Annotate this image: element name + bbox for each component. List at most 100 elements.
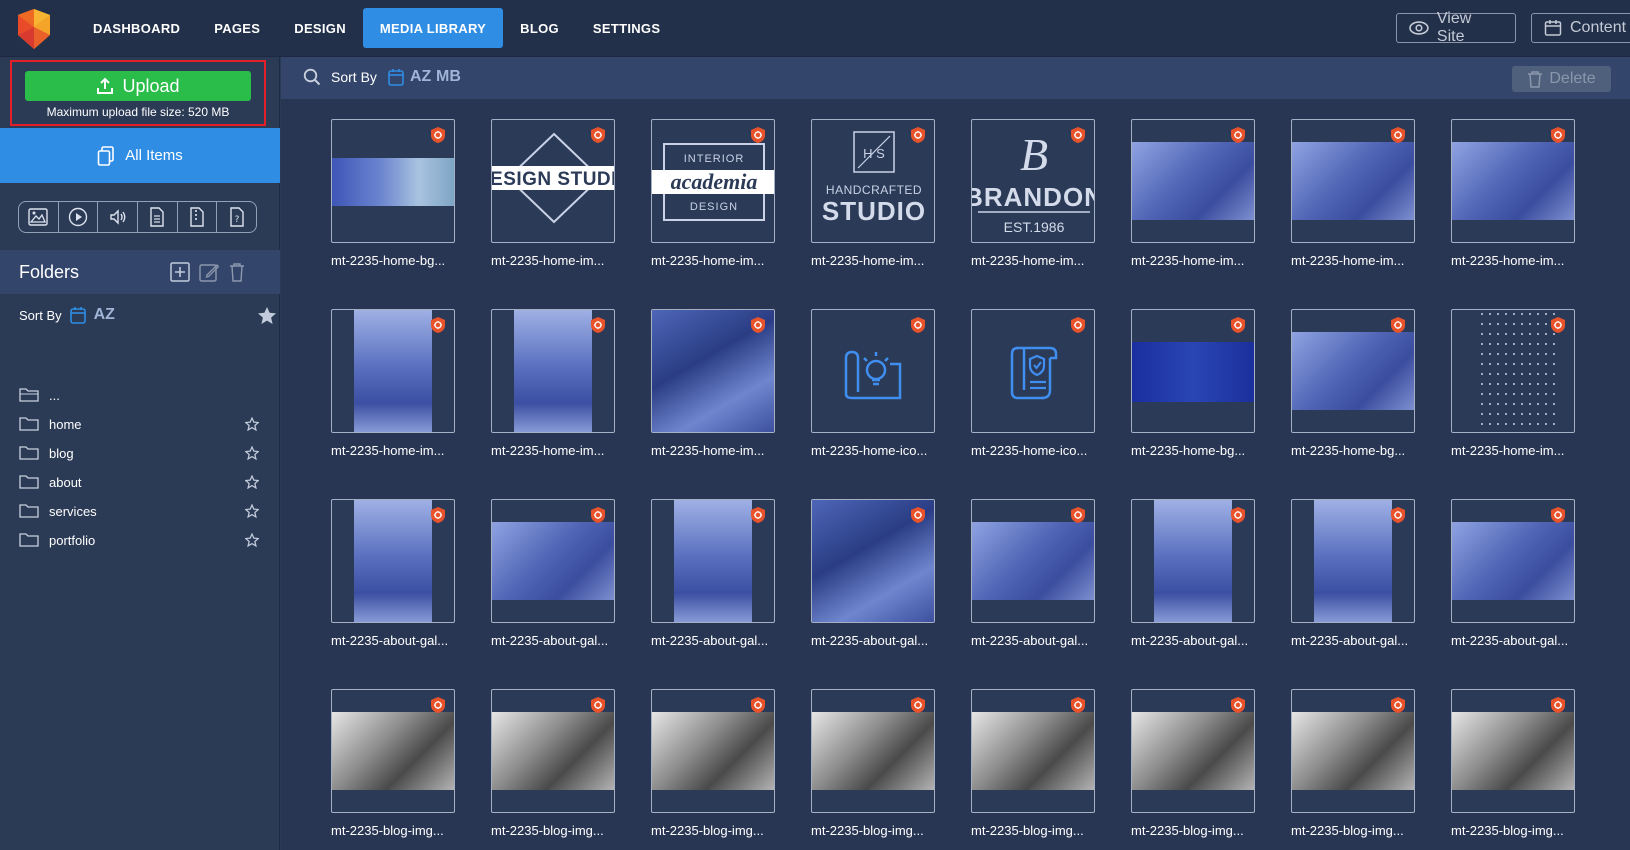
media-thumbnail[interactable] [1131, 119, 1255, 243]
media-main-panel: Sort By AZ MB Delete mt-2235-home-bg... D… [281, 57, 1630, 850]
folder-item-home[interactable]: home [19, 413, 259, 435]
media-thumbnail[interactable] [1291, 119, 1415, 243]
media-thumbnail[interactable] [491, 309, 615, 433]
video-filter-button[interactable] [59, 202, 99, 232]
media-thumbnail[interactable] [811, 499, 935, 623]
media-thumbnail[interactable] [1451, 119, 1575, 243]
nav-item-design[interactable]: DESIGN [277, 8, 363, 48]
media-thumbnail[interactable] [1451, 689, 1575, 813]
nav-item-pages[interactable]: PAGES [197, 8, 277, 48]
media-thumbnail[interactable] [1131, 689, 1255, 813]
media-thumbnail[interactable] [331, 119, 455, 243]
media-thumbnail[interactable]: DESIGN STUDIO [491, 119, 615, 243]
folder-item-services[interactable]: services [19, 500, 259, 522]
shield-badge-icon [911, 317, 925, 333]
upload-label: Upload [122, 75, 180, 96]
other-filter-button[interactable]: ? [217, 202, 256, 232]
media-thumbnail[interactable] [971, 499, 1095, 623]
thumbnail-image [1292, 712, 1414, 790]
est-text: EST.1986 [1004, 219, 1065, 235]
nav-item-settings[interactable]: SETTINGS [576, 8, 677, 48]
media-thumbnail[interactable] [331, 499, 455, 623]
content-button[interactable]: Content [1531, 13, 1630, 43]
other-filter-icon: ? [229, 207, 244, 227]
favorite-star-icon[interactable] [245, 475, 259, 489]
folder-sort-az-button[interactable]: AZ [94, 306, 115, 324]
thumbnail-image [354, 500, 432, 622]
nav-item-media-library[interactable]: MEDIA LIBRARY [362, 8, 504, 48]
nav-item-dashboard[interactable]: DASHBOARD [76, 8, 197, 48]
app-logo-icon[interactable] [12, 9, 56, 49]
thumbnail-image [972, 522, 1094, 600]
all-items-button[interactable]: All Items [0, 128, 280, 183]
media-sort-az-button[interactable]: AZ [410, 68, 431, 86]
media-thumbnail[interactable] [331, 309, 455, 433]
add-folder-icon[interactable] [170, 262, 190, 282]
shield-badge-icon [591, 507, 605, 523]
media-thumbnail[interactable]: H S HANDCRAFTED STUDIO [811, 119, 935, 243]
media-thumbnail[interactable] [811, 309, 935, 433]
thumbnail-image [972, 712, 1094, 790]
media-sort-size-button[interactable]: MB [436, 68, 461, 86]
media-filename: mt-2235-home-ico... [971, 443, 1088, 458]
media-type-filter-group: ? [18, 201, 257, 233]
nav-item-blog[interactable]: BLOG [503, 8, 576, 48]
shield-badge-icon [1391, 127, 1405, 143]
document-filter-button[interactable] [138, 202, 178, 232]
media-thumbnail[interactable] [331, 689, 455, 813]
calendar-sort-icon[interactable] [69, 306, 86, 324]
certificate-scroll-icon [1010, 346, 1058, 400]
media-thumbnail[interactable] [971, 309, 1095, 433]
delete-button[interactable]: Delete [1512, 66, 1611, 92]
search-icon[interactable] [303, 68, 321, 86]
image-filter-button[interactable] [19, 202, 59, 232]
media-thumbnail[interactable] [651, 689, 775, 813]
media-thumbnail[interactable] [1291, 499, 1415, 623]
calendar-sort-icon[interactable] [388, 68, 404, 86]
main-nav: DASHBOARD PAGES DESIGN MEDIA LIBRARY BLOG SET… [76, 8, 677, 48]
media-thumbnail[interactable] [1131, 499, 1255, 623]
media-filename: mt-2235-home-im... [1451, 443, 1565, 458]
upload-button[interactable]: Upload [25, 71, 251, 101]
folder-item-about[interactable]: about [19, 471, 259, 493]
shield-badge-icon [431, 317, 445, 333]
media-filename: mt-2235-home-ico... [811, 443, 928, 458]
media-thumbnail[interactable] [1291, 309, 1415, 433]
audio-filter-button[interactable] [98, 202, 139, 232]
media-thumbnail[interactable] [1291, 689, 1415, 813]
favorite-star-icon[interactable] [245, 504, 259, 518]
brandon-text: BRANDON [972, 182, 1095, 212]
media-thumbnail[interactable] [651, 499, 775, 623]
media-thumbnail[interactable] [971, 689, 1095, 813]
archive-filter-button[interactable] [178, 202, 218, 232]
favorite-star-icon[interactable] [245, 417, 259, 431]
folder-item-blog[interactable]: blog [19, 442, 259, 464]
favorite-star-icon[interactable] [245, 446, 259, 460]
media-thumbnail[interactable] [651, 309, 775, 433]
media-thumbnail[interactable] [1451, 309, 1575, 433]
favorite-star-icon[interactable] [245, 533, 259, 547]
interior-text: INTERIOR [684, 153, 745, 165]
folder-parent[interactable]: ... [19, 384, 259, 406]
media-thumbnail[interactable]: INTERIOR academia DESIGN [651, 119, 775, 243]
view-site-button[interactable]: View Site [1396, 10, 1516, 45]
media-thumbnail[interactable] [1131, 309, 1255, 433]
media-thumbnail[interactable] [491, 689, 615, 813]
media-thumbnail[interactable] [1451, 499, 1575, 623]
folder-sort-label: Sort By [19, 307, 62, 323]
delete-folder-icon[interactable] [228, 262, 246, 282]
media-thumbnail[interactable] [491, 499, 615, 623]
folder-icon [19, 388, 39, 402]
favorites-star-icon[interactable] [257, 306, 277, 325]
media-filename: mt-2235-about-gal... [1451, 633, 1569, 648]
shield-badge-icon [1551, 127, 1565, 143]
media-thumbnail[interactable] [811, 689, 935, 813]
folder-sort-row: Sort By AZ [19, 304, 276, 326]
media-filename: mt-2235-about-gal... [331, 633, 449, 648]
thumbnail-image [1292, 332, 1414, 410]
media-thumbnail[interactable]: BBRANDON EST.1986 [971, 119, 1095, 243]
folder-item-portfolio[interactable]: portfolio [19, 529, 259, 551]
edit-folder-icon[interactable] [199, 262, 219, 282]
shield-badge-icon [751, 317, 765, 333]
thumbnail-image [1154, 500, 1232, 622]
